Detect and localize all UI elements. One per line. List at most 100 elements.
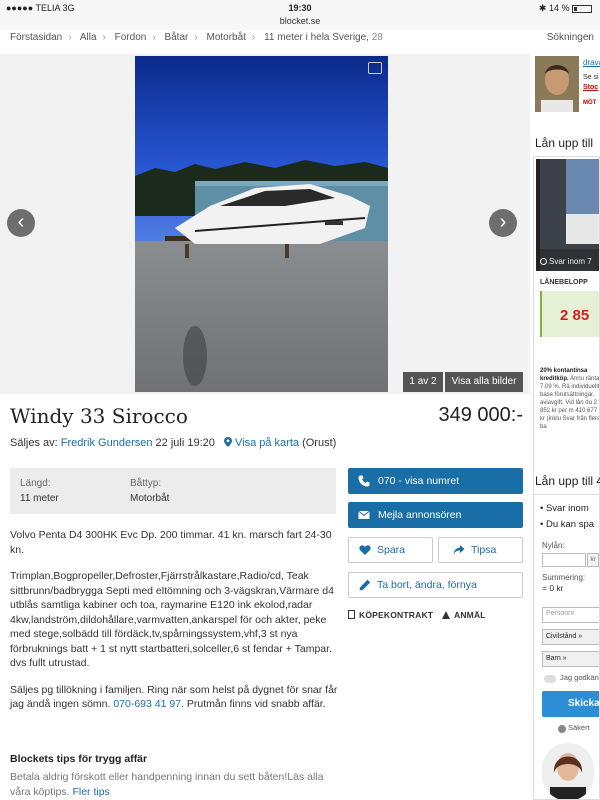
- share-arrow-icon: [453, 545, 465, 555]
- breadcrumb-separator-icon: ›: [251, 32, 256, 43]
- breadcrumb-item-length[interactable]: 11 meter i hela Sverige,: [264, 32, 369, 43]
- breadcrumb-item-vehicles[interactable]: Fordon: [115, 32, 147, 43]
- children-select[interactable]: Barn »: [542, 651, 599, 667]
- phone-icon: [358, 475, 370, 487]
- sidebar-ads: drava Se si Stoc MÖT Lån upp till Svar i…: [533, 54, 600, 800]
- description-paragraph: Trimplan,Bogpropeller,Defroster,Fjärrstr…: [10, 570, 334, 669]
- breadcrumb-item-motorboat[interactable]: Motorbåt: [206, 32, 245, 43]
- heart-icon: [359, 545, 371, 555]
- ad-name-link[interactable]: drava: [583, 58, 600, 67]
- edit-listing-label: Ta bort, ändra, förnya: [377, 579, 477, 591]
- document-icon: [348, 610, 355, 619]
- boat-type-spec: Båttyp: Motorbåt: [130, 478, 169, 504]
- warning-icon: [442, 611, 450, 619]
- bookmark-icon[interactable]: [368, 62, 382, 74]
- share-button[interactable]: Tipsa: [438, 537, 523, 563]
- breadcrumb-separator-icon: ›: [68, 32, 72, 43]
- description-paragraph: Volvo Penta D4 300HK Evc Dp. 200 timmar.…: [10, 529, 332, 556]
- marital-status-select[interactable]: Civilstånd »: [542, 629, 599, 645]
- save-label: Spara: [377, 544, 406, 556]
- seller-line: Säljes av: Fredrik Gundersen 22 juli 19:…: [10, 437, 336, 449]
- summary-label: Summering:: [542, 573, 586, 582]
- loan-form: • Svar inom • Du kan spa Nylån: kr Summe…: [533, 494, 600, 800]
- show-phone-label: 070 - visa numret: [378, 475, 460, 487]
- clock-icon: [540, 258, 547, 265]
- save-button[interactable]: Spara: [348, 537, 433, 563]
- loan-amount: 2 85: [560, 307, 590, 324]
- search-link[interactable]: Sökningen: [542, 32, 594, 43]
- tips-text: Betala aldrig förskott eller handpenning…: [10, 770, 340, 799]
- tips-body: Betala aldrig förskott eller handpenning…: [10, 771, 324, 798]
- length-spec: Längd: 11 meter: [20, 478, 59, 504]
- battery-icon: [572, 4, 592, 13]
- new-loan-label: Nylån:: [542, 541, 565, 550]
- seller-name-link[interactable]: Fredrik Gundersen: [61, 437, 153, 449]
- breadcrumb-separator-icon: ›: [194, 32, 198, 43]
- seller-prefix: Säljes av:: [10, 437, 58, 449]
- listing-date: 22 juli 19:20: [155, 437, 215, 449]
- agent-avatar: [542, 743, 594, 799]
- consent-label: Jag godkän: [560, 673, 599, 682]
- report-label: ANMÄL: [454, 610, 486, 620]
- phone-link[interactable]: 070-693 41 97: [113, 698, 181, 710]
- tips-heading: Blockets tips för trygg affär: [10, 753, 148, 765]
- more-tips-link[interactable]: Fler tips: [72, 786, 109, 798]
- summary-value: = 0 kr: [542, 583, 564, 593]
- listing-title: Windy 33 Sirocco: [10, 404, 188, 428]
- submit-loan-button[interactable]: Skicka: [542, 691, 599, 717]
- description-paragraph: Säljes pg tillökning i familjen. Ring nä…: [10, 683, 340, 712]
- loan-amount-input[interactable]: [542, 553, 586, 567]
- listing-description: Volvo Penta D4 300HK Evc Dp. 200 timmar.…: [10, 528, 340, 724]
- boat-type-label: Båttyp:: [130, 478, 162, 489]
- envelope-icon: [358, 510, 370, 519]
- secure-label: Säkert: [568, 723, 590, 732]
- email-seller-button[interactable]: Mejla annonsören: [348, 502, 523, 528]
- breadcrumb-separator-icon: ›: [152, 32, 156, 43]
- personal-number-input[interactable]: Personnr: [542, 607, 599, 623]
- consent-toggle[interactable]: [544, 675, 556, 683]
- length-label: Längd:: [20, 478, 51, 489]
- report-link[interactable]: ANMÄL: [442, 610, 486, 620]
- email-seller-label: Mejla annonsören: [378, 509, 462, 521]
- show-phone-button[interactable]: 070 - visa numret: [348, 468, 523, 494]
- breadcrumb: Förstasidan › Alla › Fordon › Båtar › Motorb…: [0, 30, 600, 50]
- breadcrumb-separator-icon: ›: [102, 32, 106, 43]
- result-count: 28: [371, 32, 383, 43]
- loan-benefit: • Svar inom: [540, 503, 589, 514]
- share-label: Tipsa: [471, 544, 497, 556]
- battery-label: ✱ 14 %: [538, 3, 570, 13]
- purchase-contract-link[interactable]: KÖPEKONTRAKT: [348, 610, 433, 620]
- loan-fine-text: Annu ränta 7.09 %. Rä individuellt base …: [540, 376, 600, 430]
- boat-type-value: Motorbåt: [130, 493, 170, 504]
- chevron-left-icon[interactable]: ‹: [7, 209, 35, 237]
- listing-price: 349 000:-: [438, 404, 523, 426]
- chevron-right-icon[interactable]: ›: [489, 209, 517, 237]
- description-text: . Prutmån finns vid snabb affär.: [181, 698, 326, 710]
- loan-ad-photo: [536, 159, 599, 271]
- show-all-images-button[interactable]: Visa alla bilder: [445, 372, 523, 392]
- boat-specs: Längd: 11 meter Båttyp: Motorbåt: [10, 468, 336, 514]
- seller-ad[interactable]: drava Se si Stoc MÖT: [533, 54, 600, 120]
- location: (Orust): [302, 437, 337, 449]
- lock-icon: [558, 725, 566, 733]
- loan-benefit: • Du kan spa: [540, 519, 595, 530]
- purchase-contract-label: KÖPEKONTRAKT: [359, 610, 434, 620]
- battery-indicator: ✱ 14 %: [539, 3, 592, 14]
- breadcrumb-item-all[interactable]: Alla: [80, 32, 97, 43]
- breadcrumb-item-boats[interactable]: Båtar: [164, 32, 188, 43]
- currency-suffix: kr: [587, 553, 599, 567]
- map-pin-icon: [223, 437, 232, 447]
- ad-text: MÖT: [583, 100, 597, 106]
- status-bar: ●●●●● TELIA 3G 19:30 blocket.se ✱ 14 %: [0, 0, 600, 30]
- ad-text: Se si: [583, 74, 599, 81]
- loan-amount-label: LÅNEBELOPP: [540, 279, 588, 286]
- breadcrumb-item-home[interactable]: Förstasidan: [10, 32, 62, 43]
- edit-listing-button[interactable]: Ta bort, ändra, förnya: [348, 572, 523, 598]
- url-bar[interactable]: blocket.se: [0, 16, 600, 26]
- loan-ad[interactable]: Svar inom 7 LÅNEBELOPP 2 85 20% kontanti…: [533, 156, 600, 496]
- map-link[interactable]: Visa på karta: [235, 437, 299, 449]
- loan-heading: Lån upp till: [535, 136, 594, 150]
- avatar: [535, 56, 579, 112]
- boat-photo[interactable]: [135, 56, 388, 392]
- ad-link[interactable]: Stoc: [583, 84, 598, 91]
